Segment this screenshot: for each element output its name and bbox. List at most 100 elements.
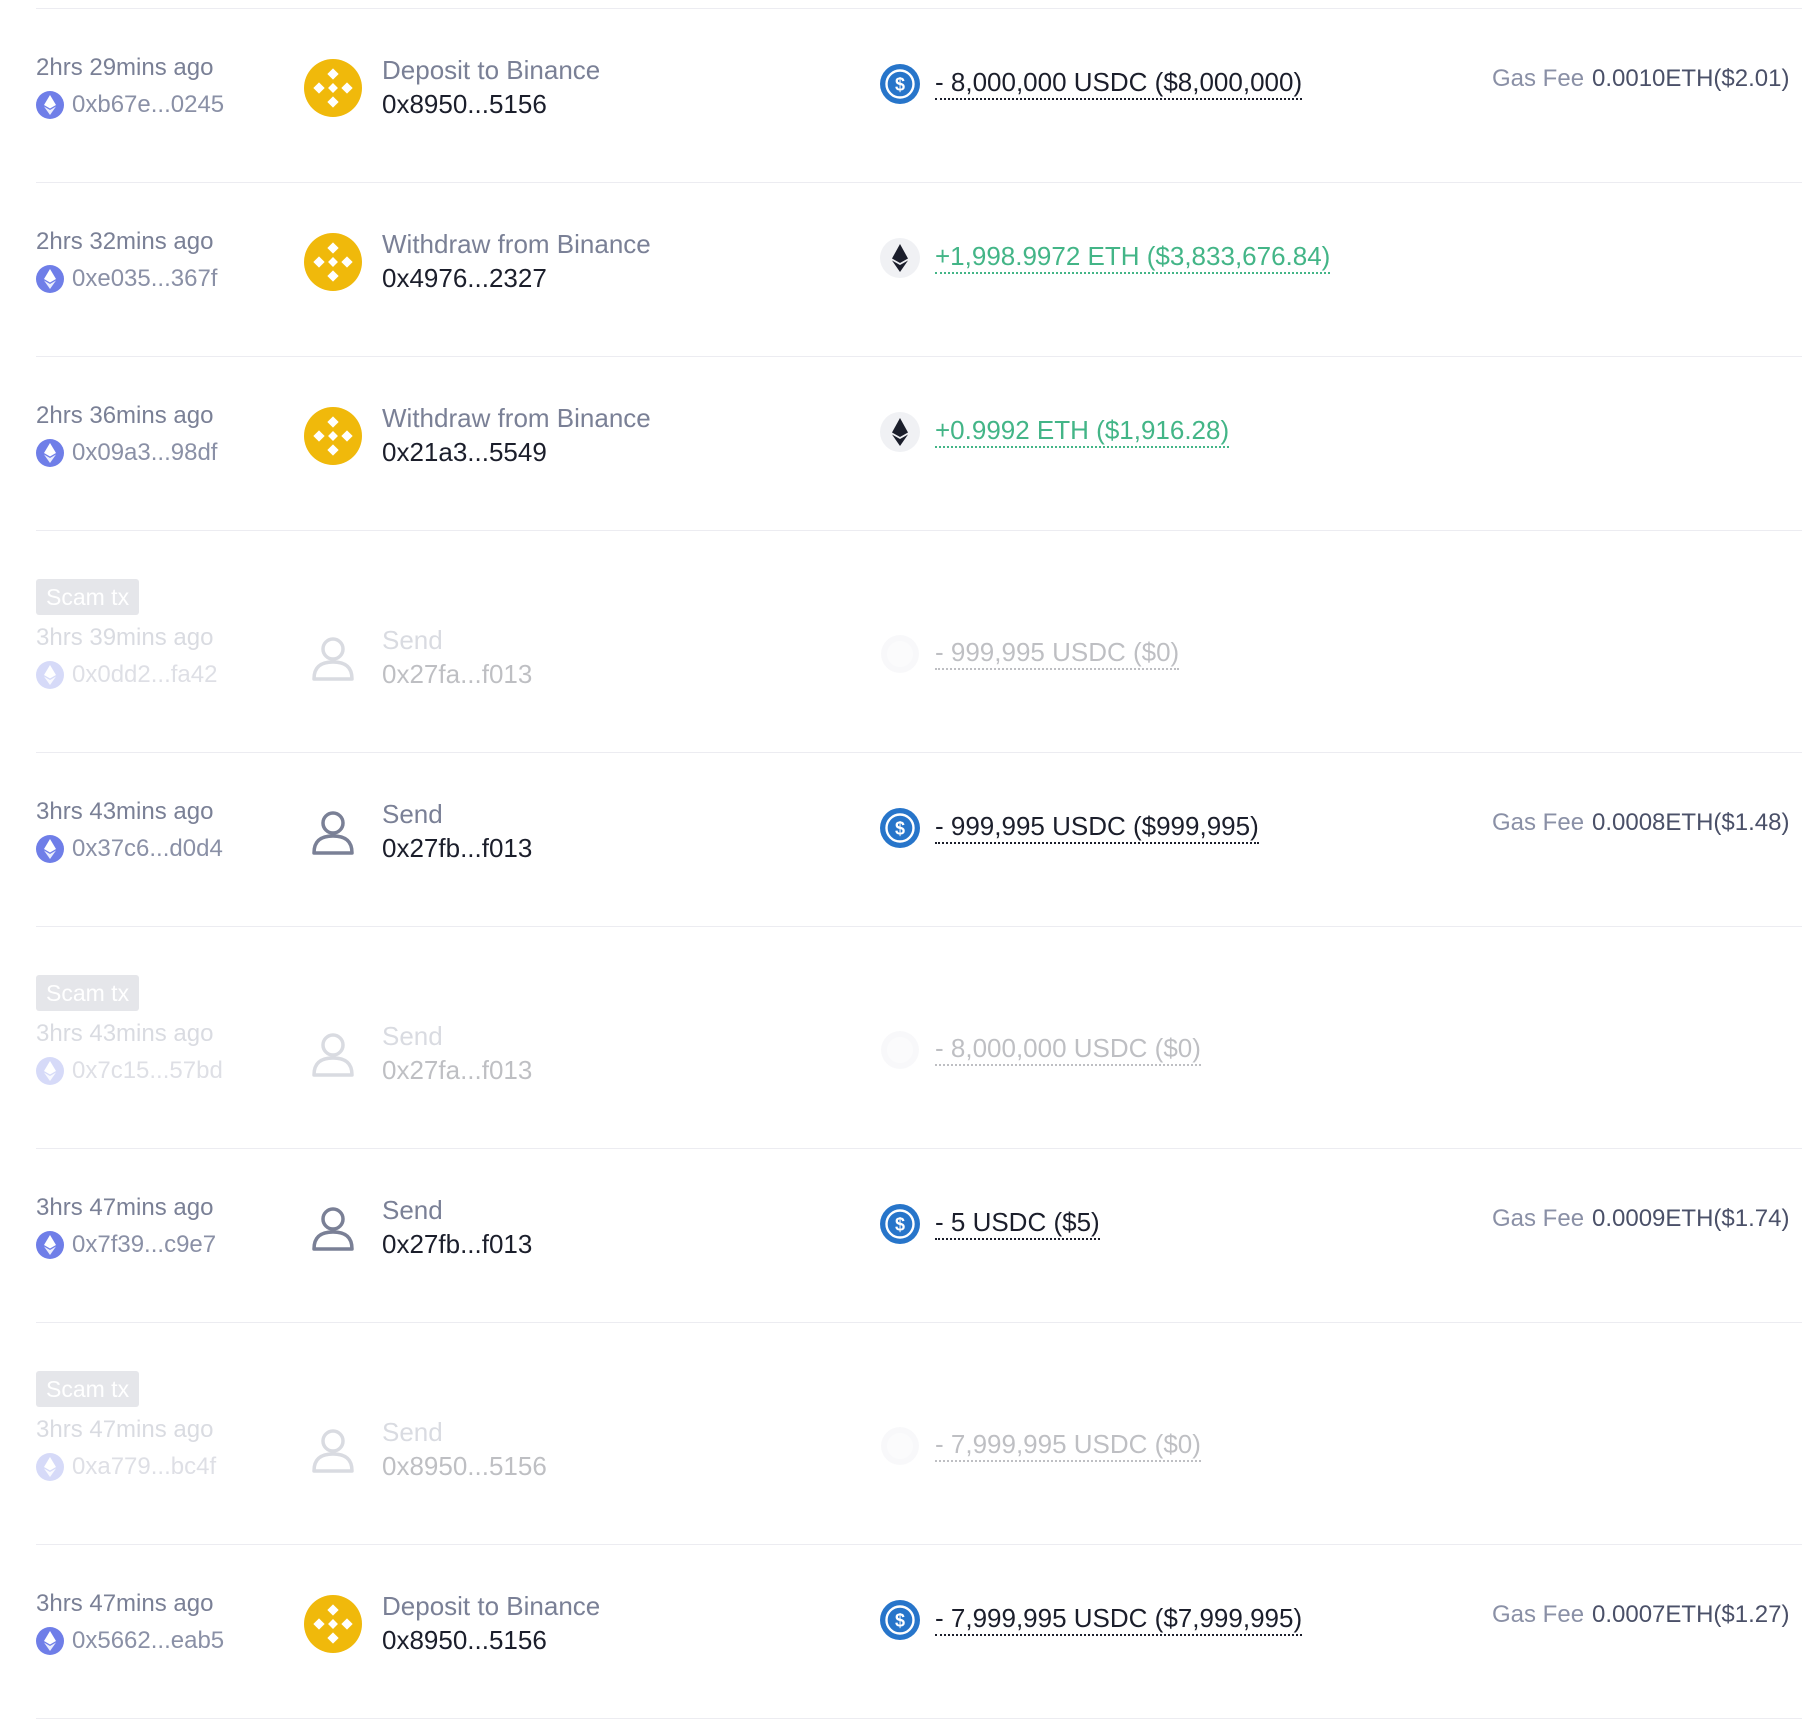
usdc-icon: $ xyxy=(879,1599,921,1641)
counterparty-address[interactable]: 0x21a3...5549 xyxy=(382,437,547,468)
gas-fee-label: Gas Fee xyxy=(1492,809,1585,836)
eth-chain-icon xyxy=(36,1627,64,1655)
gas-fee-column: Gas Fee 0.0009ETH($1.74) xyxy=(1456,1149,1796,1322)
tx-time: 3hrs 47mins ago xyxy=(36,1416,214,1443)
transaction-row[interactable]: 2hrs 29mins ago 0xb67e...0245 Deposit to B… xyxy=(36,9,1802,183)
tx-hash-link[interactable]: 0x37c6...d0d4 xyxy=(36,835,223,863)
gas-fee-label: Gas Fee xyxy=(1492,65,1585,92)
binance-icon xyxy=(304,407,362,465)
gas-fee-label: Gas Fee xyxy=(1492,1205,1585,1232)
tx-method: Send xyxy=(382,799,443,829)
tx-hash: 0xb67e...0245 xyxy=(72,91,225,118)
transaction-row[interactable]: 3hrs 47mins ago 0x5662...eab5 Deposit to B… xyxy=(36,1545,1802,1719)
unknown-token-icon xyxy=(879,1029,921,1071)
counterparty-address[interactable]: 0x8950...5156 xyxy=(382,1451,547,1482)
tx-method: Send xyxy=(382,1021,443,1051)
gas-fee-value: 0.0010ETH($2.01) xyxy=(1592,65,1790,92)
counterparty-address[interactable]: 0x8950...5156 xyxy=(382,1625,547,1656)
tx-hash: 0x7f39...c9e7 xyxy=(72,1231,217,1258)
usdc-icon: $ xyxy=(879,63,921,105)
tx-hash-link[interactable]: 0xe035...367f xyxy=(36,265,217,293)
tx-time: 3hrs 47mins ago xyxy=(36,1590,214,1617)
user-icon xyxy=(304,629,362,687)
tx-method-column: Send 0x8950...5156 xyxy=(304,1323,844,1544)
svg-text:$: $ xyxy=(895,1611,905,1631)
transaction-row[interactable]: 3hrs 39mins ago 0x0dd2...fa42 Scam tx Send 0… xyxy=(36,531,1802,753)
binance-icon xyxy=(304,233,362,291)
tx-hash-link[interactable]: 0x7c15...57bd xyxy=(36,1057,223,1085)
tx-amount[interactable]: +1,998.9972 ETH ($3,833,676.84) xyxy=(935,241,1331,274)
counterparty-address[interactable]: 0x8950...5156 xyxy=(382,89,547,120)
tx-time: 2hrs 29mins ago xyxy=(36,54,214,81)
counterparty-address[interactable]: 0x4976...2327 xyxy=(382,263,547,294)
counterparty-address[interactable]: 0x27fb...f013 xyxy=(382,833,532,864)
tx-hash-link[interactable]: 0x09a3...98df xyxy=(36,439,217,467)
eth-chain-icon xyxy=(36,1453,64,1481)
usdc-icon: $ xyxy=(879,1203,921,1245)
tx-amount[interactable]: - 8,000,000 USDC ($8,000,000) xyxy=(935,67,1303,100)
tx-time-column: 3hrs 43mins ago 0x37c6...d0d4 xyxy=(36,753,296,926)
tx-hash: 0x09a3...98df xyxy=(72,439,218,466)
tx-amount[interactable]: - 7,999,995 USDC ($0) xyxy=(935,1429,1201,1462)
tx-time-column: 3hrs 47mins ago 0x5662...eab5 xyxy=(36,1545,296,1718)
binance-icon xyxy=(304,59,362,117)
tx-amount[interactable]: - 999,995 USDC ($0) xyxy=(935,637,1180,670)
tx-amount-column: - 8,000,000 USDC ($0) xyxy=(879,927,1439,1148)
tx-amount-column: $ - 8,000,000 USDC ($8,000,000) xyxy=(879,9,1439,182)
transaction-row[interactable]: 2hrs 36mins ago 0x09a3...98df Withdraw fro… xyxy=(36,357,1802,531)
gas-fee-value: 0.0008ETH($1.48) xyxy=(1592,809,1790,836)
eth-chain-icon xyxy=(36,265,64,293)
tx-time: 2hrs 36mins ago xyxy=(36,402,214,429)
tx-hash-link[interactable]: 0x0dd2...fa42 xyxy=(36,661,217,689)
scam-badge: Scam tx xyxy=(36,579,140,615)
tx-amount[interactable]: +0.9992 ETH ($1,916.28) xyxy=(935,415,1230,448)
tx-method: Withdraw from Binance xyxy=(382,229,651,259)
tx-hash: 0x7c15...57bd xyxy=(72,1057,223,1084)
eth-chain-icon xyxy=(36,91,64,119)
tx-amount-column: +0.9992 ETH ($1,916.28) xyxy=(879,357,1439,530)
eth-chain-icon xyxy=(36,1231,64,1259)
transaction-row[interactable]: 3hrs 47mins ago 0x7f39...c9e7 Send 0x27fb..… xyxy=(36,1149,1802,1323)
counterparty-address[interactable]: 0x27fb...f013 xyxy=(382,1229,532,1260)
tx-hash: 0xa779...bc4f xyxy=(72,1453,217,1480)
gas-fee-column: Gas Fee 0.0010ETH($2.01) xyxy=(1456,9,1796,182)
tx-amount-column: $ - 5 USDC ($5) xyxy=(879,1149,1439,1322)
tx-method-column: Send 0x27fb...f013 xyxy=(304,1149,844,1322)
counterparty-address[interactable]: 0x27fa...f013 xyxy=(382,1055,532,1086)
tx-amount[interactable]: - 999,995 USDC ($999,995) xyxy=(935,811,1259,844)
tx-amount-column: $ - 7,999,995 USDC ($7,999,995) xyxy=(879,1545,1439,1718)
tx-amount[interactable]: - 7,999,995 USDC ($7,999,995) xyxy=(935,1603,1303,1636)
tx-hash-link[interactable]: 0x5662...eab5 xyxy=(36,1627,224,1655)
tx-amount-column: $ - 999,995 USDC ($999,995) xyxy=(879,753,1439,926)
gas-fee-column: Gas Fee 0.0008ETH($1.48) xyxy=(1456,753,1796,926)
gas-fee-value: 0.0007ETH($1.27) xyxy=(1592,1601,1790,1628)
svg-text:$: $ xyxy=(895,75,905,95)
tx-time-column: 3hrs 47mins ago 0x7f39...c9e7 xyxy=(36,1149,296,1322)
tx-time: 3hrs 43mins ago xyxy=(36,798,214,825)
transaction-row[interactable]: 3hrs 43mins ago 0x7c15...57bd Scam tx Send 0… xyxy=(36,927,1802,1149)
tx-method-column: Withdraw from Binance 0x4976...2327 xyxy=(304,183,844,356)
eth-chain-icon xyxy=(36,661,64,689)
user-icon xyxy=(304,803,362,861)
tx-method: Deposit to Binance xyxy=(382,1591,601,1621)
tx-hash-link[interactable]: 0xb67e...0245 xyxy=(36,91,224,119)
tx-hash: 0x37c6...d0d4 xyxy=(72,835,223,862)
tx-time-column: 2hrs 29mins ago 0xb67e...0245 xyxy=(36,9,296,182)
tx-amount[interactable]: - 5 USDC ($5) xyxy=(935,1207,1100,1240)
transaction-row[interactable]: 2hrs 32mins ago 0xe035...367f Withdraw fro… xyxy=(36,183,1802,357)
tx-time: 3hrs 43mins ago xyxy=(36,1020,214,1047)
tx-amount[interactable]: - 8,000,000 USDC ($0) xyxy=(935,1033,1201,1066)
tx-method: Deposit to Binance xyxy=(382,55,601,85)
tx-amount-column: - 7,999,995 USDC ($0) xyxy=(879,1323,1439,1544)
tx-method: Send xyxy=(382,1417,443,1447)
svg-text:$: $ xyxy=(895,1215,905,1235)
transaction-row[interactable]: 3hrs 43mins ago 0x37c6...d0d4 Send 0x27fb..… xyxy=(36,753,1802,927)
tx-hash-link[interactable]: 0x7f39...c9e7 xyxy=(36,1231,216,1259)
counterparty-address[interactable]: 0x27fa...f013 xyxy=(382,659,532,690)
transaction-row[interactable]: 3hrs 47mins ago 0xa779...bc4f Scam tx Send 0… xyxy=(36,1323,1802,1545)
tx-method-column: Deposit to Binance 0x8950...5156 xyxy=(304,9,844,182)
tx-hash: 0x0dd2...fa42 xyxy=(72,661,218,688)
eth-icon xyxy=(879,411,921,453)
tx-hash-link[interactable]: 0xa779...bc4f xyxy=(36,1453,216,1481)
tx-amount-column: +1,998.9972 ETH ($3,833,676.84) xyxy=(879,183,1439,356)
